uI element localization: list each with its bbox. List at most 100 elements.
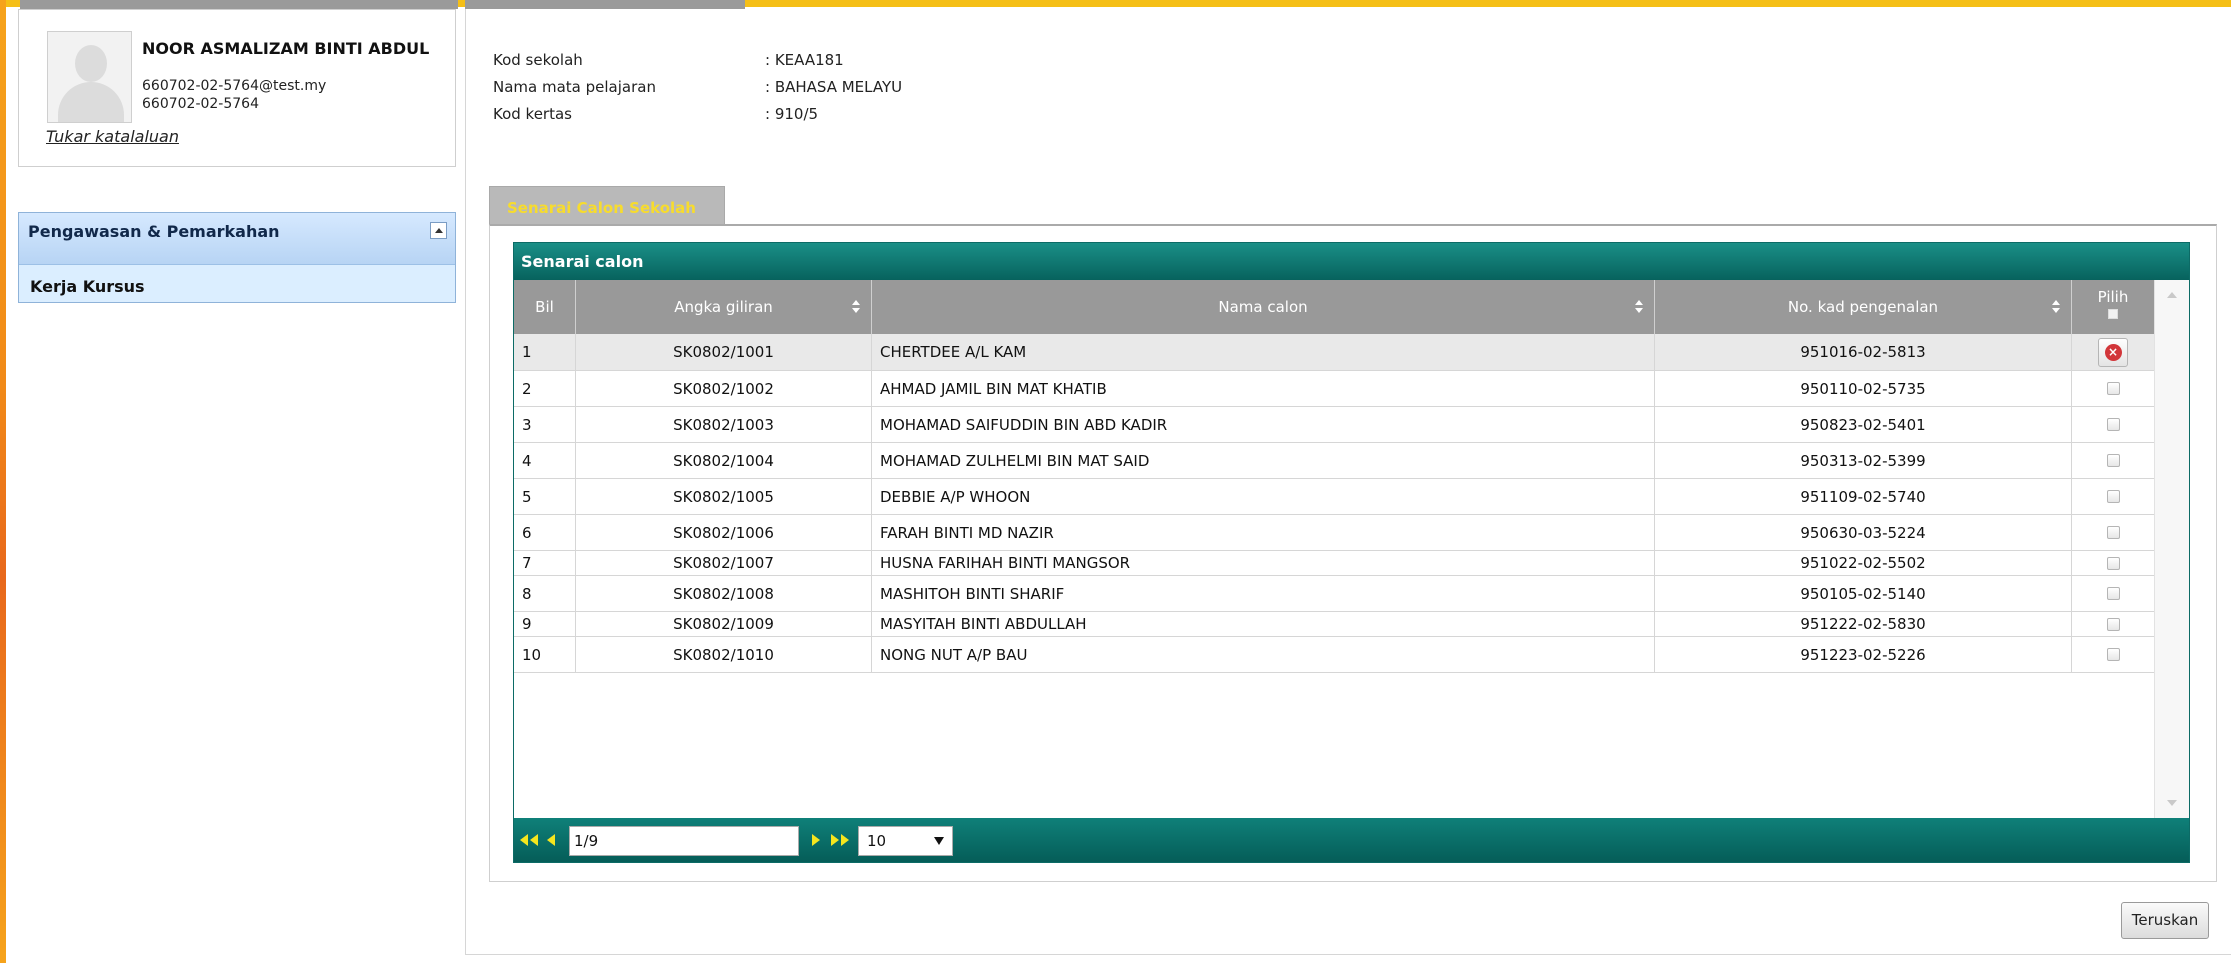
table-row[interactable]: 4 SK0802/1004 MOHAMAD ZULHELMI BIN MAT SAI… (514, 443, 2154, 479)
cell-angka-giliran-text: SK0802/1002 (673, 379, 774, 398)
column-header-no-kad-pengenalan[interactable]: No. kad pengenalan (1655, 280, 2072, 334)
cell-bil-text: 2 (522, 379, 532, 398)
row-checkbox[interactable] (2106, 617, 2120, 631)
cell-angka-giliran: SK0802/1009 (576, 612, 872, 636)
side-menu: Pengawasan & Pemarkahan Kerja Kursus (18, 212, 456, 303)
tab-senarai-calon-sekolah[interactable]: Senarai Calon Sekolah (489, 186, 725, 226)
row-checkbox[interactable] (2106, 418, 2120, 431)
column-header-angka-giliran[interactable]: Angka giliran (576, 280, 872, 334)
row-checkbox[interactable] (2106, 587, 2120, 600)
cell-pilih (2072, 551, 2154, 575)
column-header-pilih: Pilih (2072, 280, 2154, 334)
row-checkbox[interactable] (2106, 556, 2120, 570)
prev-page-icon[interactable] (547, 831, 555, 849)
last-page-icon[interactable] (831, 831, 849, 849)
column-header-bil[interactable]: Bil (514, 280, 576, 334)
cell-no-kad-pengenalan-text: 950630-03-5224 (1800, 523, 1926, 542)
row-checkbox[interactable] (2106, 648, 2120, 661)
cell-pilih (2072, 515, 2154, 550)
candidate-grid: Senarai calon Bil Angka giliran Nama cal… (513, 242, 2190, 863)
page-input[interactable]: 1/9 (569, 826, 799, 856)
cell-angka-giliran-text: SK0802/1006 (673, 523, 774, 542)
select-all-checkbox[interactable] (2108, 309, 2118, 319)
table-row[interactable]: 8 SK0802/1008 MASHITOH BINTI SHARIF 950105-… (514, 576, 2154, 612)
table-row[interactable]: 7 SK0802/1007 HUSNA FARIHAH BINTI MANGSOR 9… (514, 551, 2154, 576)
cell-pilih (2072, 443, 2154, 478)
cell-no-kad-pengenalan-text: 951022-02-5502 (1800, 554, 1926, 572)
cell-angka-giliran: SK0802/1007 (576, 551, 872, 575)
table-row[interactable]: 1 SK0802/1001 CHERTDEE A/L KAM 951016-02-58… (514, 334, 2154, 371)
page-size-select[interactable]: 10 (858, 826, 953, 856)
cell-pilih (2072, 479, 2154, 514)
user-profile-card: NOOR ASMALIZAM BINTI ABDUL 660702-02-576… (18, 9, 456, 167)
cell-nama-calon-text: MASYITAH BINTI ABDULLAH (880, 615, 1087, 633)
table-row[interactable]: 3 SK0802/1003 MOHAMAD SAIFUDDIN BIN ABD KA… (514, 407, 2154, 443)
row-checkbox[interactable] (2106, 490, 2120, 503)
cell-bil-text: 10 (522, 645, 542, 664)
cell-no-kad-pengenalan-text: 951222-02-5830 (1800, 615, 1926, 633)
cell-nama-calon-text: HUSNA FARIHAH BINTI MANGSOR (880, 554, 1131, 572)
info-value: : BAHASA MELAYU (765, 78, 903, 96)
next-page-icon[interactable] (812, 831, 820, 849)
cell-pilih (2072, 371, 2154, 406)
cell-no-kad-pengenalan-text: 950105-02-5140 (1800, 584, 1926, 603)
cell-angka-giliran-text: SK0802/1004 (673, 451, 774, 470)
cell-no-kad-pengenalan-text: 950313-02-5399 (1800, 451, 1926, 470)
left-edge-accent (0, 0, 6, 963)
cell-nama-calon: DEBBIE A/P WHOON (872, 479, 1655, 514)
info-label: Kod sekolah (493, 51, 583, 69)
cell-nama-calon-text: NONG NUT A/P BAU (880, 645, 1028, 664)
menu-header[interactable]: Pengawasan & Pemarkahan (19, 213, 455, 265)
cell-bil-text: 6 (522, 523, 532, 542)
avatar-head-icon (75, 45, 107, 82)
cell-no-kad-pengenalan: 950630-03-5224 (1655, 515, 2072, 550)
cell-nama-calon-text: MOHAMAD SAIFUDDIN BIN ABD KADIR (880, 415, 1168, 434)
cell-no-kad-pengenalan: 950110-02-5735 (1655, 371, 2072, 406)
row-checkbox[interactable] (2106, 526, 2120, 539)
grid-header: Bil Angka giliran Nama calon No. kad pen… (514, 280, 2154, 334)
cell-pilih (2072, 637, 2154, 672)
cell-angka-giliran-text: SK0802/1003 (673, 415, 774, 434)
cell-no-kad-pengenalan-text: 951223-02-5226 (1800, 645, 1926, 664)
scroll-down-icon[interactable] (2167, 800, 2177, 806)
teruskan-button[interactable]: Teruskan (2121, 902, 2209, 939)
table-row[interactable]: 9 SK0802/1009 MASYITAH BINTI ABDULLAH 95122… (514, 612, 2154, 637)
cell-angka-giliran-text: SK0802/1008 (673, 584, 774, 603)
cell-no-kad-pengenalan: 950313-02-5399 (1655, 443, 2072, 478)
collapse-icon[interactable] (430, 222, 447, 239)
user-email: 660702-02-5764@test.my (142, 78, 327, 94)
cell-nama-calon-text: MOHAMAD ZULHELMI BIN MAT SAID (880, 451, 1150, 470)
menu-item-kerja-kursus[interactable]: Kerja Kursus (19, 265, 455, 303)
table-row[interactable]: 2 SK0802/1002 AHMAD JAMIL BIN MAT KHATIB 95… (514, 371, 2154, 407)
change-password-link[interactable]: Tukar katalaluan (46, 127, 179, 146)
cell-bil-text: 3 (522, 415, 532, 434)
top-tab-stub-main (465, 0, 745, 9)
cell-nama-calon: MASYITAH BINTI ABDULLAH (872, 612, 1655, 636)
cell-pilih (2072, 612, 2154, 636)
cell-bil: 8 (514, 576, 576, 611)
grid-scrollbar[interactable] (2154, 280, 2189, 818)
row-checkbox[interactable] (2106, 454, 2120, 467)
scroll-up-icon[interactable] (2167, 292, 2177, 298)
remove-selection-button[interactable]: × (2098, 337, 2128, 367)
top-tab-stub-left (20, 0, 458, 9)
info-value: : 910/5 (765, 105, 819, 123)
cell-bil-text: 9 (522, 615, 532, 633)
table-row[interactable]: 6 SK0802/1006 FARAH BINTI MD NAZIR 950630-0… (514, 515, 2154, 551)
row-checkbox[interactable] (2106, 382, 2120, 395)
info-kod-sekolah: Kod sekolah : KEAA181 (493, 51, 844, 69)
table-row[interactable]: 5 SK0802/1005 DEBBIE A/P WHOON 951109-02-57… (514, 479, 2154, 515)
sort-icon (2051, 300, 2061, 314)
cell-bil: 6 (514, 515, 576, 550)
cell-angka-giliran: SK0802/1003 (576, 407, 872, 442)
cell-angka-giliran: SK0802/1008 (576, 576, 872, 611)
cell-pilih: × (2072, 334, 2154, 370)
cell-nama-calon: AHMAD JAMIL BIN MAT KHATIB (872, 371, 1655, 406)
table-row[interactable]: 10 SK0802/1010 NONG NUT A/P BAU 951223-02-5… (514, 637, 2154, 673)
column-header-nama-calon[interactable]: Nama calon (872, 280, 1655, 334)
cell-no-kad-pengenalan: 950105-02-5140 (1655, 576, 2072, 611)
cell-bil-text: 1 (522, 343, 532, 361)
first-page-icon[interactable] (520, 831, 538, 849)
cell-no-kad-pengenalan: 951222-02-5830 (1655, 612, 2072, 636)
cell-bil-text: 7 (522, 554, 532, 572)
